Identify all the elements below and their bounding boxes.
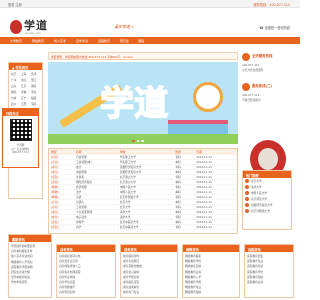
region-nav-title: ▲ 学历资讯 — [9, 63, 42, 70]
news-link[interactable]: 自考科目安排 — [59, 290, 113, 295]
school-badge-icon — [245, 179, 249, 183]
school-badge-icon — [245, 185, 249, 189]
nav-item[interactable]: 远程教育 — [98, 39, 110, 43]
list-item-label: 中国人民大学 — [251, 191, 268, 195]
list-item-label: 北京师范大学 — [251, 197, 268, 201]
news-link[interactable]: 远程教育证书 — [247, 280, 291, 285]
service-title: 服务热线(二) — [252, 84, 273, 88]
banner-word: 学道 — [99, 83, 169, 125]
table-cell: 2014-11-11 — [194, 224, 237, 231]
region-link[interactable]: 江西 — [21, 102, 30, 106]
news-panel-title: 成考资讯 — [121, 245, 177, 252]
table-row[interactable]: [远程] 药学 北京中医药大学 专科 2014-11-11 — [49, 224, 237, 231]
list-item-label: 清华大学 — [251, 185, 262, 189]
qr-popup-title: 扫描关注 — [3, 109, 38, 116]
region-link[interactable]: 江苏 — [21, 84, 30, 88]
nav-item[interactable]: 自学考试 — [76, 39, 88, 43]
news-link[interactable]: 网络教育院校 — [185, 290, 237, 295]
list-item[interactable]: 北京外国语大学 — [243, 208, 291, 214]
news-panel: 自考资讯 自考报名时间公布 自考准考证打印 自考成绩查询入口 自考免考办理流程 自考毕业… — [56, 244, 116, 298]
region-link[interactable]: 湖北 — [11, 90, 20, 94]
hot-school-panel: 热门院校 北京大学清华大学中国人民大学 北京师范大学首都经济贸易大学 北京外国语大学 — [242, 170, 292, 230]
carousel-dot[interactable] — [132, 139, 135, 142]
logo-seal-icon[interactable] — [10, 20, 22, 34]
table-cell[interactable]: 药学 — [74, 224, 118, 231]
region-link[interactable]: 重庆 — [21, 78, 30, 82]
main-nav: 大学教育 网络教育 成人高考 自学考试 远程教育 研究生 课程 — [0, 37, 300, 44]
nav-item[interactable]: 研究生 — [120, 39, 129, 43]
region-link[interactable]: 四川 — [11, 102, 20, 106]
phone-icon — [242, 53, 250, 61]
service-line: 全天为您免费服务 — [242, 68, 264, 72]
region-link[interactable]: 吉林 — [11, 96, 20, 100]
region-link[interactable]: 河南 — [31, 102, 40, 106]
exam-table: 类型 名称 学校 性质 日期 [自考] 行政管理 华东理工大学 专科 2014-11-11 [自考… — [49, 149, 237, 231]
service-line: 节假日照常服务 — [242, 98, 261, 102]
nav-item[interactable]: 大学教育 — [10, 39, 22, 43]
news-panel: 远程资讯 远程教育招生 远程教育专业 远程教育考试 远程教育学位 远程教育院校 远程教育证… — [244, 244, 294, 298]
carousel-dot[interactable] — [141, 139, 144, 142]
table-cell: 专科 — [173, 224, 195, 231]
header-hotline: ☎ 全国统一咨询热线 — [259, 26, 290, 30]
nav-item[interactable]: 成人高考 — [54, 39, 66, 43]
region-link[interactable]: 河北 — [31, 90, 40, 94]
news-link[interactable]: 学位申请流程 — [11, 280, 49, 285]
logo-subtitle: xuedao.com — [25, 32, 41, 35]
news-panel-title: 远程资讯 — [245, 245, 293, 252]
list-item-label: 北京外国语大学 — [251, 209, 270, 213]
site-logo[interactable]: 学道 — [24, 17, 48, 33]
nav-item[interactable]: 课程 — [138, 39, 144, 43]
region-link[interactable]: 安徽 — [21, 90, 30, 94]
books-icon — [168, 120, 228, 134]
header: 学道 xuedao.com 漫步学道 √ ☎ 全国统一咨询热线 — [0, 8, 300, 36]
region-link[interactable]: 上海 — [21, 72, 30, 76]
region-link[interactable]: 天津 — [31, 72, 40, 76]
service-block: 全天服务热线 400-677-112 全天为您免费服务 — [242, 52, 292, 78]
news-panel: 成考资讯 成考报名条件 成考考试科目 成考录取分数线 成考复习资料 成考学费标准 成考报名… — [120, 244, 178, 298]
carousel-dots[interactable] — [132, 139, 144, 142]
service-block: 服务热线(二) 400-677-112 节假日照常服务 — [242, 82, 292, 108]
notice-bar: 重要通知：学道网校服务热线 400-677-112 咨询QQ号：xxxxxx — [48, 52, 238, 60]
latest-news-title: 最新资讯 — [9, 235, 51, 242]
table-cell: 北京中医药大学 — [117, 224, 174, 231]
region-link[interactable]: 辽宁 — [21, 96, 30, 100]
service-line: 400-677-112 — [242, 63, 260, 67]
slogan: 漫步学道 √ — [114, 24, 134, 29]
carousel-dot[interactable] — [136, 139, 139, 142]
school-badge-icon — [245, 209, 249, 213]
region-link[interactable]: 山东 — [11, 84, 20, 88]
news-link[interactable]: 成考热门专业 — [123, 290, 175, 295]
list-item-label: 北京大学 — [251, 179, 262, 183]
news-panel-title: 网教资讯 — [183, 245, 239, 252]
clock-icon — [193, 82, 223, 112]
school-badge-icon — [245, 203, 249, 207]
exam-table-panel: 类型 名称 学校 性质 日期 [自考] 行政管理 华东理工大学 专科 2014-11-11 [自考… — [48, 148, 238, 234]
region-link[interactable]: 湖南 — [31, 84, 40, 88]
phone-icon — [242, 83, 250, 91]
service-panel: 全天服务热线 400-677-112 全天为您免费服务 服务热线(二) 400-… — [242, 52, 292, 122]
qr-caption: 400-677-112 — [12, 151, 29, 155]
region-link[interactable]: 广州 — [11, 78, 20, 82]
service-line: 400-677-112 — [242, 93, 260, 97]
region-link[interactable]: 北京 — [11, 72, 20, 76]
news-panel-title: 自考资讯 — [57, 245, 115, 252]
region-link[interactable]: 浙江 — [31, 78, 40, 82]
region-link[interactable]: 福建 — [31, 96, 40, 100]
list-item-label: 首都经济贸易大学 — [251, 203, 273, 207]
table-cell: [远程] — [49, 224, 74, 231]
service-title: 全天服务热线 — [252, 54, 273, 58]
news-panel: 网教资讯 网络教育报名 网络教育学位 网络统考安排 网络教育证书 网络教育入学 网络教育学… — [182, 244, 240, 298]
qr-popup[interactable]: 扫描关注 学道网 扫一扫关注微信 400-677-112 — [2, 108, 39, 168]
login-links[interactable]: 登录 注册 — [8, 2, 22, 7]
hero-banner[interactable]: 学道 — [48, 62, 238, 144]
top-bar: 登录 注册 服务热线：400-677-112 — [0, 0, 300, 8]
school-badge-icon — [245, 197, 249, 201]
nav-item[interactable]: 网络教育 — [32, 39, 44, 43]
top-hotline: 服务热线：400-677-112 — [253, 3, 291, 7]
hot-school-title: 热门院校 — [243, 171, 291, 178]
qr-code-icon — [9, 119, 32, 141]
latest-news-panel: 最新资讯 学历提升的重要途径 自考本科报名条件 成人高考考试时间 网络教育入学须知 远程… — [8, 234, 52, 298]
school-badge-icon — [245, 191, 249, 195]
